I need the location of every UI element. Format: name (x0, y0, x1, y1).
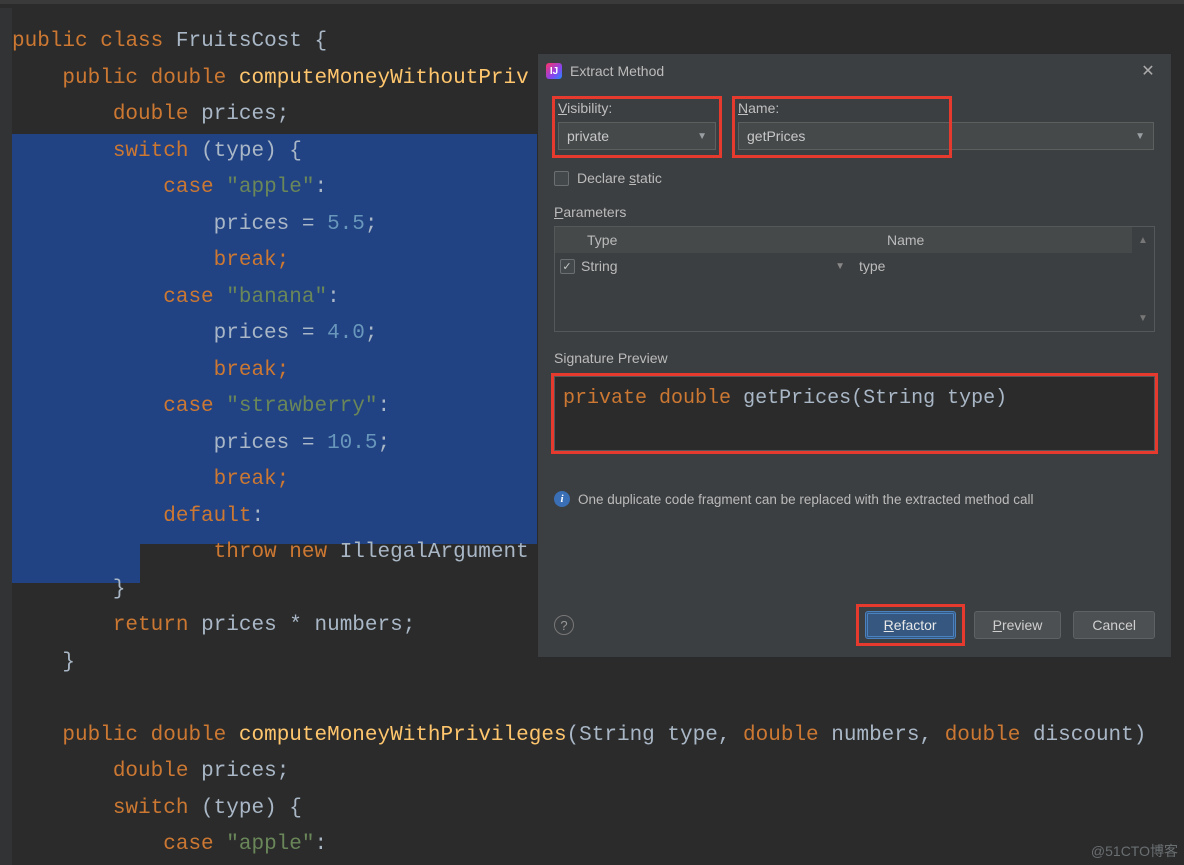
highlight-box: Refactor (859, 607, 962, 643)
app-icon: IJ (546, 63, 562, 79)
help-icon[interactable]: ? (554, 615, 574, 635)
cancel-button[interactable]: Cancel (1073, 611, 1155, 639)
move-down-icon[interactable]: ▼ (1132, 305, 1154, 331)
editor-gutter (0, 8, 12, 865)
declare-static-checkbox[interactable]: Declare static (554, 170, 1155, 186)
name-label: Name: (738, 100, 946, 116)
declare-static-label: Declare static (577, 170, 662, 186)
checkbox-icon (554, 171, 569, 186)
close-icon[interactable]: ✕ (1133, 56, 1163, 86)
move-up-icon[interactable]: ▲ (1132, 227, 1154, 253)
param-enabled-checkbox[interactable] (560, 259, 575, 274)
chevron-down-icon: ▼ (835, 261, 845, 272)
dialog-titlebar[interactable]: IJ Extract Method ✕ (538, 54, 1171, 88)
chevron-down-icon: ▼ (1135, 131, 1145, 142)
table-row[interactable]: String ▼ type (555, 253, 1132, 279)
param-type: String (581, 258, 618, 274)
watermark: @51CTO博客 (1091, 841, 1178, 861)
visibility-label: Visibility: (558, 100, 716, 116)
col-name: Name (879, 232, 1132, 248)
info-row: i One duplicate code fragment can be rep… (554, 491, 1155, 507)
parameters-label: Parameters (554, 204, 1155, 220)
chevron-down-icon: ▼ (697, 131, 707, 142)
dialog-footer: ? Refactor Preview Cancel (538, 595, 1171, 657)
param-name: type (855, 258, 1132, 274)
extract-method-dialog: IJ Extract Method ✕ Visibility: private … (537, 53, 1172, 658)
preview-button[interactable]: Preview (974, 611, 1062, 639)
signature-preview: private double getPrices(String type) (554, 376, 1155, 451)
parameters-table[interactable]: Type Name String ▼ type ▲ (554, 226, 1155, 332)
refactor-button[interactable]: Refactor (865, 611, 956, 639)
info-text: One duplicate code fragment can be repla… (578, 492, 1034, 507)
name-value: getPrices (747, 128, 805, 144)
parameters-header: Type Name (555, 227, 1132, 253)
col-type: Type (579, 232, 879, 248)
visibility-value: private (567, 128, 609, 144)
visibility-combo[interactable]: private ▼ (558, 122, 716, 150)
dialog-title: Extract Method (570, 63, 664, 79)
name-input[interactable]: getPrices ▼ (738, 122, 1154, 150)
signature-preview-label: Signature Preview (554, 350, 1155, 366)
info-icon: i (554, 491, 570, 507)
